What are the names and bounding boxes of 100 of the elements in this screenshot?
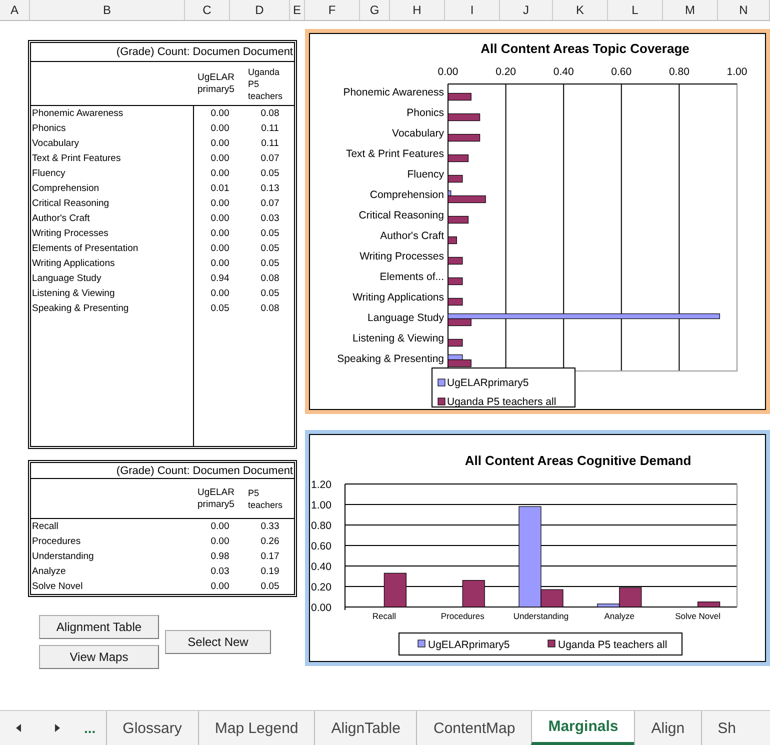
- table-cell: 0.08: [260, 108, 280, 119]
- tick-label: 0.80: [311, 520, 332, 532]
- scroll-right-icon[interactable]: [52, 722, 62, 734]
- legend-item: UgELARprimary5: [438, 377, 529, 389]
- tick-label: 0.00: [438, 66, 458, 78]
- select-new-button[interactable]: Select New: [165, 630, 271, 654]
- table-cell: 0.05: [260, 581, 280, 592]
- category-label: Writing Processes: [360, 250, 444, 262]
- table-title: Document: [242, 46, 293, 58]
- table-cell: 0.03: [260, 213, 280, 224]
- category-label: Analyze: [604, 611, 635, 621]
- table-cell: 0.05: [260, 228, 280, 239]
- row-label: Recall: [32, 521, 58, 532]
- column-header[interactable]: B: [30, 0, 185, 20]
- row-label: Language Study: [32, 273, 102, 284]
- category-label: Critical Reasoning: [358, 209, 444, 222]
- row-label: Comprehension: [32, 183, 100, 194]
- table-cell: 0.05: [210, 303, 230, 314]
- tick-label: 0.40: [553, 66, 574, 78]
- category-label: Listening & Viewing: [352, 332, 444, 344]
- tick-label: 0.60: [311, 540, 332, 552]
- row-label: Elements of Presentation: [32, 243, 138, 254]
- table-cell: 0.08: [260, 273, 280, 284]
- column-heading: P5 teachers: [248, 486, 284, 511]
- sheet-tab[interactable]: Marginals: [531, 711, 634, 745]
- sheet-tab[interactable]: Glossary: [106, 711, 198, 745]
- table-cell: 0.11: [261, 138, 279, 149]
- table-cell: 0.00: [210, 521, 230, 532]
- scroll-left-icon[interactable]: [14, 722, 24, 734]
- table-cell: 0.00: [210, 536, 230, 547]
- column-header[interactable]: H: [390, 0, 445, 20]
- category-label: Recall: [372, 611, 396, 621]
- table-cell: 0.05: [260, 168, 280, 179]
- row-label: Solve Novel: [32, 581, 83, 592]
- row-label: Phonemic Awareness: [32, 108, 124, 119]
- sheet-tab[interactable]: Sh: [700, 711, 752, 745]
- table-cell: 0.00: [210, 138, 230, 149]
- table-cell: 0.98: [210, 551, 230, 562]
- more-tabs-button[interactable]: ...: [84, 720, 96, 736]
- table-cell: 0.00: [210, 213, 230, 224]
- column-header[interactable]: I: [445, 0, 500, 20]
- row-label: Analyze: [32, 566, 66, 577]
- table-cell: 0.05: [260, 243, 280, 254]
- category-label: Solve Novel: [675, 611, 720, 621]
- tick-label: 1.20: [311, 479, 332, 491]
- table-cell: 0.00: [210, 168, 230, 179]
- legend-item: Uganda P5 teachers all: [548, 639, 668, 651]
- table-cell: 0.19: [260, 566, 280, 577]
- column-header[interactable]: K: [553, 0, 608, 20]
- column-header[interactable]: J: [500, 0, 553, 20]
- tick-label: 0.20: [311, 582, 332, 594]
- column-header[interactable]: L: [608, 0, 663, 20]
- table-cell: 0.26: [260, 536, 280, 547]
- table-cell: 0.00: [210, 228, 230, 239]
- tick-label: 1.00: [726, 66, 748, 78]
- table-cell: 0.07: [260, 198, 280, 209]
- chart-title: All Content Areas Topic Coverage: [480, 41, 690, 56]
- table-cell: 0.01: [210, 183, 230, 194]
- table-title: Document: [242, 464, 293, 477]
- category-label: Speaking & Presenting: [337, 352, 444, 365]
- sheet-tab[interactable]: Align: [634, 711, 701, 745]
- column-header[interactable]: M: [663, 0, 718, 20]
- table-title: (Grade) Count:: [116, 464, 190, 477]
- category-label: Vocabulary: [392, 127, 444, 140]
- alignment-table-button[interactable]: Alignment Table: [39, 615, 159, 639]
- table-cell: 0.33: [260, 521, 280, 532]
- table-cell: 0.00: [210, 288, 230, 299]
- tick-label: 0.00: [311, 602, 332, 614]
- column-header[interactable]: C: [185, 0, 230, 20]
- sheet-tab[interactable]: AlignTable: [314, 711, 416, 745]
- table-cell: 0.05: [260, 258, 280, 269]
- category-label: Language Study: [368, 312, 444, 324]
- column-heading: UgELARprimary5: [196, 72, 236, 96]
- table-cell: 0.00: [210, 581, 230, 592]
- category-label: Phonemic Awareness: [343, 86, 444, 98]
- table-cell: 0.00: [210, 153, 230, 164]
- row-label: Vocabulary: [32, 138, 80, 149]
- column-header[interactable]: A: [0, 0, 30, 20]
- table-cell: 0.00: [210, 258, 230, 269]
- tick-label: 0.60: [611, 66, 632, 78]
- table-cell: 0.08: [260, 303, 280, 314]
- category-label: Fluency: [407, 168, 444, 180]
- column-header[interactable]: F: [305, 0, 360, 20]
- column-header[interactable]: N: [718, 0, 770, 20]
- column-header[interactable]: E: [290, 0, 305, 20]
- category-label: Writing Applications: [352, 291, 444, 304]
- column-header[interactable]: G: [360, 0, 390, 20]
- legend-item: UgELARprimary5: [418, 639, 510, 651]
- sheet-tab[interactable]: Map Legend: [198, 711, 314, 745]
- column-header[interactable]: D: [230, 0, 290, 20]
- row-label: Author's Craft: [32, 213, 90, 224]
- category-label: Comprehension: [370, 188, 444, 201]
- table-title: (Grade) Count:: [116, 46, 190, 58]
- table-cell: 0.07: [260, 153, 280, 164]
- table-cell: 0.05: [260, 288, 280, 299]
- table-cell: 0.00: [210, 108, 230, 119]
- row-label: Fluency: [32, 168, 66, 179]
- tick-label: 0.40: [311, 561, 332, 573]
- view-maps-button[interactable]: View Maps: [39, 645, 159, 669]
- category-label: Author's Craft: [380, 230, 444, 242]
